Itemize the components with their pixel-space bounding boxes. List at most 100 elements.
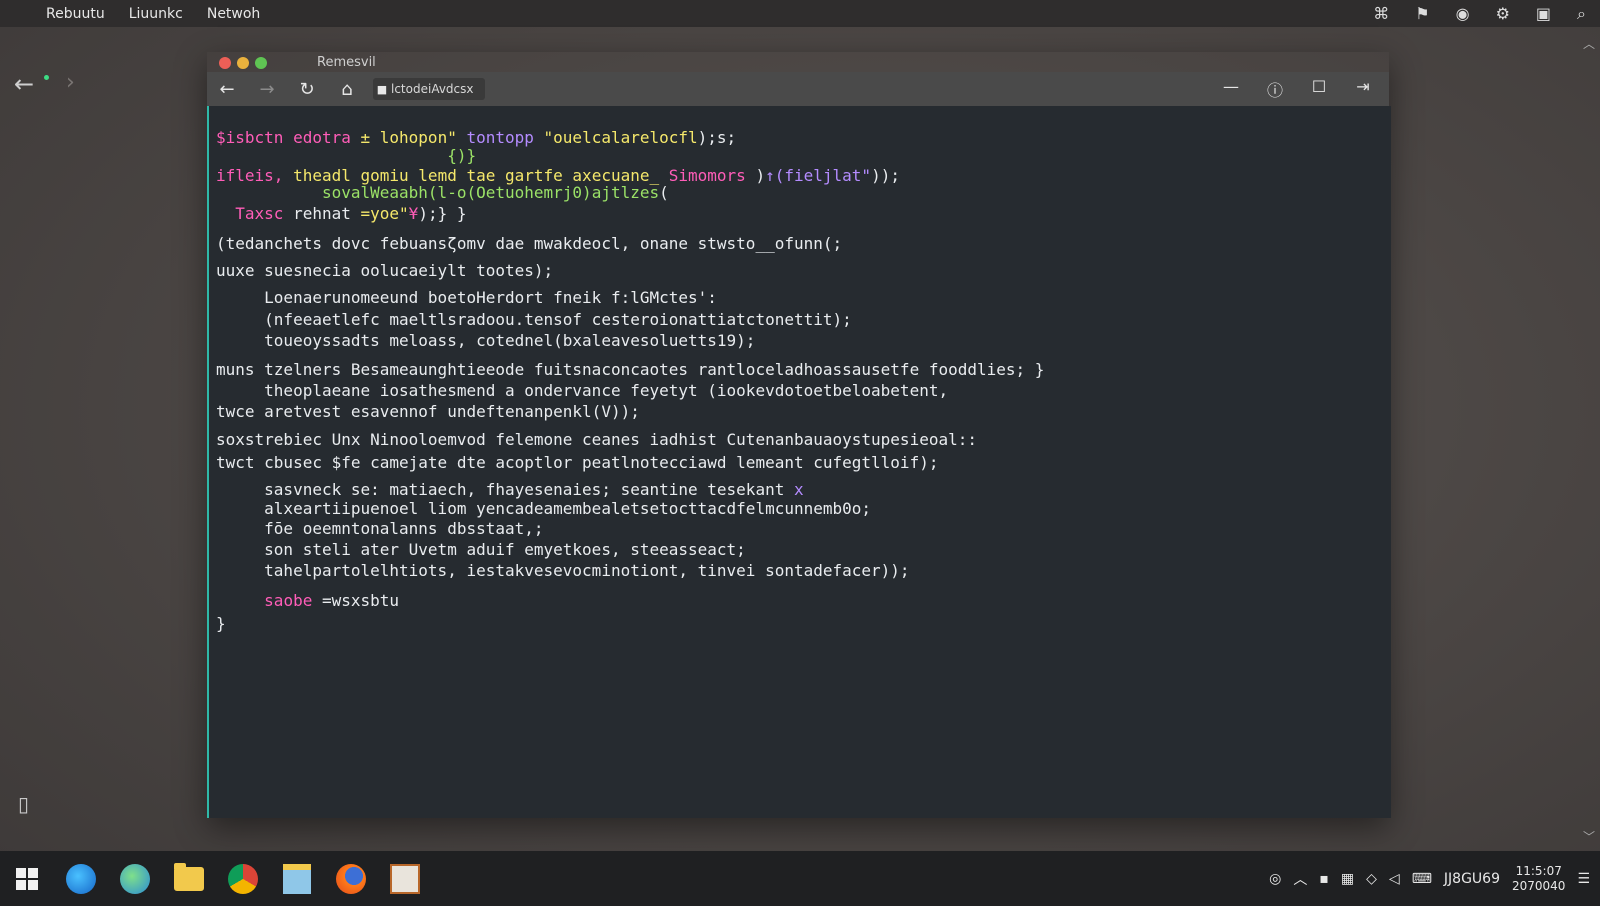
folder-icon: [174, 862, 204, 891]
code-line[interactable]: uuxe suesnecia oolucaeiylt tootes);: [216, 261, 553, 280]
status-dot-icon: [44, 75, 49, 80]
desktop-back-icon[interactable]: ←: [14, 70, 34, 98]
menu-item-1[interactable]: Rebuutu: [46, 6, 105, 22]
minimize-button[interactable]: [237, 57, 249, 69]
code-line[interactable]: twct cbusec $fe camejate dte acoptlor pe…: [216, 453, 938, 472]
code-line[interactable]: (nfeeaetlefc maeltlsradoou.tensof cester…: [216, 310, 852, 329]
chat-icon[interactable]: ▪: [1319, 871, 1329, 887]
code-line[interactable]: sovalWeaabh(l-o(Oetuohemrj0)ajtlzes(: [216, 183, 669, 202]
code-token: muns tzelners Besameaunghtieeode fuitsna…: [216, 360, 1045, 379]
clock-time: 11:5:07: [1515, 863, 1562, 878]
code-line[interactable]: tahelpartolelhtiots, iestakvesevocminoti…: [216, 561, 910, 580]
edge-button[interactable]: [54, 851, 108, 906]
menubar: Rebuutu Liuunkc Netwoh ⌘ ⚑ ◉ ⚙ ▣ ⌕: [0, 0, 1600, 27]
volume-icon[interactable]: ◁: [1389, 871, 1400, 887]
keyboard-icon[interactable]: ⌨: [1412, 871, 1432, 887]
desktop-scrollbar[interactable]: ︿ ﹀: [1578, 27, 1600, 851]
code-token: alxeartiipuenoel liom yencadeamembealets…: [216, 499, 872, 518]
code-token: tontopp: [466, 128, 544, 147]
code-token: toueoyssadts meloass, cotednel(bxaleaves…: [216, 331, 756, 350]
code-token: tahelpartolelhtiots, iestakvesevocminoti…: [216, 561, 910, 580]
system-tray: ◎ ︿ ▪ ▦ ◇ ◁ ⌨ JJ8GU69 11:5:07 2070040 ☰: [1269, 864, 1600, 894]
code-token: Loenaerunomeeund boetoHerdort fneik f:lG…: [216, 288, 717, 307]
qr-icon[interactable]: ▦: [1341, 871, 1354, 887]
code-line[interactable]: sasvneck se: matiaech, fhayesenaies; sea…: [216, 480, 804, 499]
code-token: uuxe suesnecia oolucaeiylt tootes);: [216, 261, 554, 280]
network-icon[interactable]: ⌘: [1373, 4, 1389, 23]
reload-icon[interactable]: ↻: [287, 79, 327, 100]
code-token: $isbctn edotra: [216, 128, 361, 147]
maximize-icon[interactable]: ☐: [1299, 77, 1339, 101]
code-line[interactable]: saobe =wsxsbtu: [216, 591, 399, 610]
close-button[interactable]: [219, 57, 231, 69]
code-line[interactable]: muns tzelners Besameaunghtieeode fuitsna…: [216, 360, 1044, 379]
code-token: sasvneck se: matiaech, fhayesenaies; sea…: [216, 480, 794, 499]
lock-icon: ■: [376, 82, 388, 96]
back-icon[interactable]: ←: [207, 79, 247, 100]
code-token: {)}: [216, 146, 477, 165]
notification-icon[interactable]: ☰: [1577, 871, 1590, 887]
code-token: );s;: [697, 128, 737, 147]
app-window-button[interactable]: [378, 851, 432, 906]
code-line[interactable]: Taxsc rehnat =yoe"¥);} }: [216, 204, 466, 223]
wifi-icon[interactable]: ◇: [1366, 871, 1377, 887]
code-line[interactable]: $isbctn edotra ± lohopon" tontopp "ouelc…: [216, 128, 736, 147]
code-line[interactable]: twce aretvest esavennof undeftenanpenkl(…: [216, 402, 640, 421]
user-box-icon[interactable]: ▣: [1536, 4, 1551, 23]
start-button[interactable]: [0, 851, 54, 906]
zoom-button[interactable]: [255, 57, 267, 69]
code-line[interactable]: toueoyssadts meloass, cotednel(bxaleaves…: [216, 331, 755, 350]
code-line[interactable]: fōe oeemntonalanns dbsstaat,;: [216, 519, 543, 538]
code-token: ±: [360, 128, 380, 147]
browser-toolbar: ← → ↻ ⌂ ■ lctodeiAvdcsx — ⓘ ☐ ⇥: [207, 72, 1389, 106]
search-icon[interactable]: ⌕: [1577, 4, 1586, 24]
scroll-up-icon[interactable]: ︿: [1583, 35, 1595, 52]
home-icon[interactable]: ⌂: [327, 79, 367, 100]
info-icon[interactable]: ⓘ: [1255, 77, 1295, 101]
desktop-forward-icon[interactable]: ›: [66, 70, 75, 95]
minimize-icon[interactable]: —: [1211, 77, 1251, 101]
ie-icon: [120, 863, 150, 894]
firefox-button[interactable]: [324, 851, 378, 906]
code-line[interactable]: (tedanchets dovc febuansζomv dae mwakdeo…: [216, 234, 842, 253]
folder-flag-icon[interactable]: ⚑: [1415, 4, 1429, 23]
code-line[interactable]: soxstrebiec Unx Ninooloemvod felemone ce…: [216, 430, 977, 449]
settings-icon[interactable]: ⚙: [1496, 4, 1510, 23]
file-explorer-button[interactable]: [162, 851, 216, 906]
forward-icon[interactable]: →: [247, 79, 287, 100]
device-icon[interactable]: ▯: [18, 792, 29, 816]
forward-arrow-icon[interactable]: ⇥: [1343, 77, 1383, 101]
code-line[interactable]: Loenaerunomeeund boetoHerdort fneik f:lG…: [216, 288, 717, 307]
titlebar[interactable]: Remesvil: [207, 52, 1389, 72]
code-line[interactable]: son steli ater Uvetm aduif emyetkoes, st…: [216, 540, 746, 559]
windows-logo-icon: [16, 867, 38, 890]
code-token: );} }: [418, 204, 467, 223]
tray-text: JJ8GU69: [1443, 870, 1500, 887]
code-token: son steli ater Uvetm aduif emyetkoes, st…: [216, 540, 746, 559]
code-token: saobe: [264, 591, 322, 610]
clock[interactable]: 11:5:07 2070040: [1512, 864, 1565, 894]
code-token: lohopon": [379, 128, 467, 147]
code-token: ¥: [408, 204, 419, 223]
shield-icon[interactable]: ◉: [1456, 4, 1470, 23]
code-line[interactable]: theoplaeane iosathesmend a ondervance fe…: [216, 381, 948, 400]
menu-item-2[interactable]: Liuunkc: [129, 6, 183, 22]
code-token: soxstrebiec Unx Ninooloemvod felemone ce…: [216, 430, 977, 449]
network-status-icon[interactable]: ◎: [1269, 871, 1281, 887]
file-manager-button[interactable]: [270, 851, 324, 906]
code-token: x: [793, 480, 804, 499]
code-line[interactable]: {)}: [216, 146, 476, 165]
menu-item-3[interactable]: Netwoh: [207, 6, 260, 22]
chrome-button[interactable]: [216, 851, 270, 906]
code-line[interactable]: }: [216, 614, 226, 633]
chevron-up-icon[interactable]: ︿: [1293, 869, 1307, 889]
address-bar[interactable]: ■ lctodeiAvdcsx: [373, 78, 485, 100]
code-token: Simomors: [668, 166, 756, 185]
ie-button[interactable]: [108, 851, 162, 906]
code-token: twct cbusec $fe camejate dte acoptlor pe…: [216, 453, 939, 472]
code-line[interactable]: alxeartiipuenoel liom yencadeamembealets…: [216, 499, 871, 518]
code-token: sovalWeaabh(l-o(Oetuohemrj0): [216, 183, 592, 202]
scroll-down-icon[interactable]: ﹀: [1583, 828, 1595, 845]
code-editor[interactable]: $isbctn edotra ± lohopon" tontopp "ouelc…: [207, 106, 1391, 818]
